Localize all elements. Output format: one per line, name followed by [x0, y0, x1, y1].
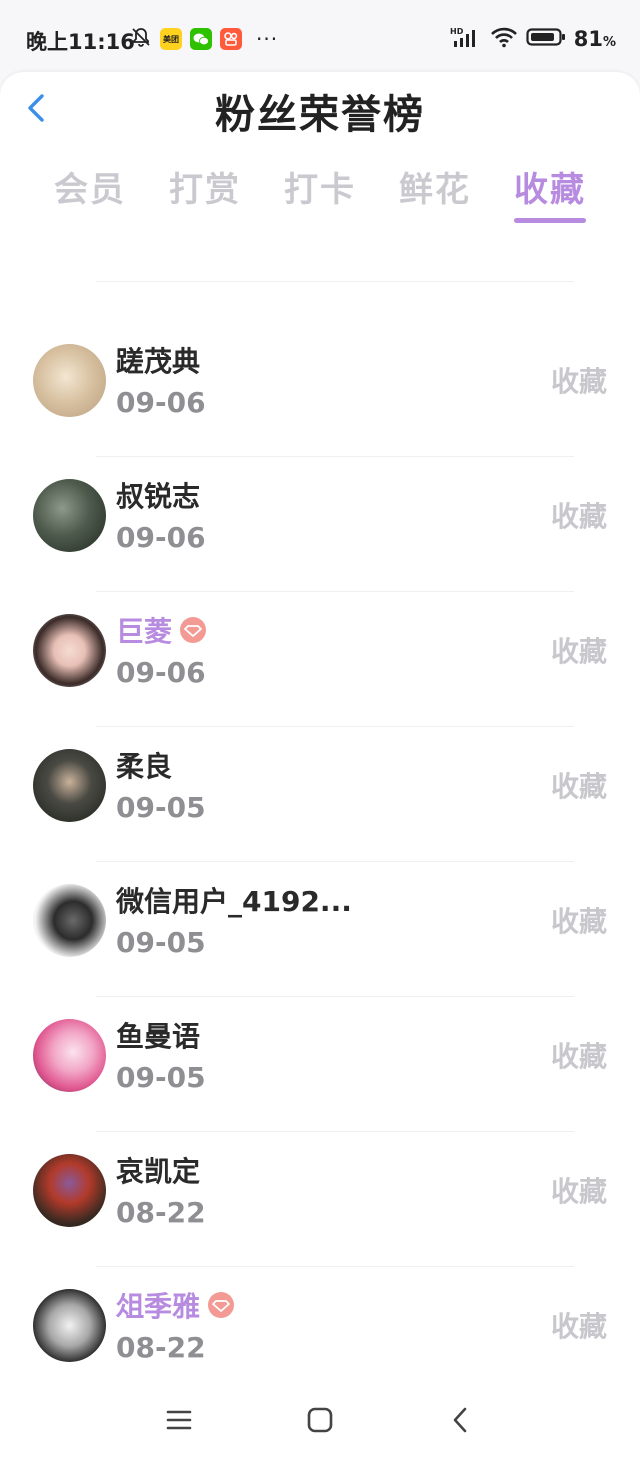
- system-back-button[interactable]: [446, 1406, 476, 1434]
- fav-date: 08-22: [116, 1196, 206, 1229]
- system-navigation-bar: [0, 1382, 640, 1458]
- avatar: [33, 479, 106, 552]
- fav-date: 09-06: [116, 386, 206, 419]
- vip-diamond-icon: [180, 617, 207, 643]
- favorite-label[interactable]: 收藏: [551, 360, 607, 400]
- status-time: 晚上11:16: [26, 30, 135, 54]
- user-name: 叔锐志: [116, 480, 201, 513]
- list-item[interactable]: 哀凯定 08-22 收藏: [0, 1132, 640, 1267]
- list-item[interactable]: 09-06 收藏: [0, 242, 640, 282]
- fav-date: 09-05: [116, 1061, 206, 1094]
- tab-tips[interactable]: 打赏: [169, 162, 241, 211]
- user-name: 鱼曼语: [116, 1020, 201, 1053]
- list-item[interactable]: 俎季雅 08-22 收藏: [0, 1267, 640, 1382]
- user-name: 俎季雅: [116, 1285, 235, 1325]
- avatar: [33, 614, 106, 687]
- favorite-label[interactable]: 收藏: [551, 1305, 607, 1345]
- vip-diamond-icon: [208, 1292, 235, 1318]
- battery-icon: [526, 26, 566, 52]
- tab-checkin[interactable]: 打卡: [284, 162, 356, 211]
- user-name: 巨菱: [116, 610, 207, 650]
- avatar: [33, 1289, 106, 1362]
- active-tab-indicator: [514, 218, 586, 223]
- avatar: [33, 344, 106, 417]
- favorite-label[interactable]: 收藏: [551, 765, 607, 805]
- avatar: [33, 1019, 106, 1092]
- status-system-icons: HD 81%: [450, 26, 616, 52]
- tab-flowers[interactable]: 鲜花: [399, 162, 471, 211]
- avatar: [33, 884, 106, 957]
- fav-date: 09-06: [116, 656, 206, 689]
- back-triangle-icon: [453, 1407, 467, 1433]
- user-name: 哀凯定: [116, 1155, 201, 1188]
- list-item[interactable]: 巨菱 09-06 收藏: [0, 592, 640, 727]
- status-bar: 晚上11:16 美团 ··· HD 81%: [0, 0, 640, 80]
- signal-icon: HD: [450, 26, 482, 52]
- user-name: 蹉茂典: [116, 345, 201, 378]
- favorite-label[interactable]: 收藏: [551, 900, 607, 940]
- signal-hd-label: HD: [450, 27, 464, 36]
- more-notifications-icon: ···: [256, 27, 279, 51]
- wechat-app-icon: [190, 28, 212, 50]
- menu-icon: [166, 1410, 192, 1430]
- wifi-icon: [490, 26, 518, 52]
- meituan-app-icon: 美团: [160, 28, 182, 50]
- menu-button[interactable]: [164, 1406, 194, 1434]
- list-item[interactable]: 蹉茂典 09-06 收藏: [0, 322, 640, 457]
- favorite-label[interactable]: 收藏: [551, 495, 607, 535]
- user-name: 柔良: [116, 750, 173, 783]
- tab-bar: 会员 打赏 打卡 鲜花 收藏: [0, 142, 640, 242]
- fan-list[interactable]: 09-06 收藏 蹉茂典 09-06 收藏 叔锐志 09-06 收藏 巨菱 09…: [0, 242, 640, 1382]
- fav-date: 09-06: [116, 521, 206, 554]
- list-item[interactable]: 鱼曼语 09-05 收藏: [0, 997, 640, 1132]
- list-item[interactable]: 柔良 09-05 收藏: [0, 727, 640, 862]
- avatar: [33, 1154, 106, 1227]
- user-name: 微信用户_4192...: [116, 885, 352, 918]
- kuaishou-app-icon: [220, 28, 242, 50]
- home-button[interactable]: [305, 1406, 335, 1434]
- list-item[interactable]: 微信用户_4192... 09-05 收藏: [0, 862, 640, 997]
- mute-bell-icon: [130, 26, 152, 52]
- fav-date: 09-06: [116, 242, 206, 244]
- fav-date: 09-05: [116, 926, 206, 959]
- divider: [96, 281, 574, 282]
- page-header: 粉丝荣誉榜: [0, 72, 640, 142]
- battery-percentage: 81%: [573, 27, 616, 51]
- list-item[interactable]: 叔锐志 09-06 收藏: [0, 457, 640, 592]
- favorite-label[interactable]: 收藏: [551, 1170, 607, 1210]
- home-square-icon: [307, 1407, 333, 1433]
- fav-date: 08-22: [116, 1331, 206, 1364]
- favorite-label[interactable]: 收藏: [551, 630, 607, 670]
- page-title: 粉丝荣誉榜: [215, 92, 425, 138]
- fav-date: 09-05: [116, 791, 206, 824]
- tab-member[interactable]: 会员: [54, 162, 126, 211]
- tab-favorites[interactable]: 收藏: [514, 162, 586, 211]
- avatar: [33, 749, 106, 822]
- favorite-label[interactable]: 收藏: [551, 1035, 607, 1075]
- status-notification-icons: 美团 ···: [130, 26, 278, 52]
